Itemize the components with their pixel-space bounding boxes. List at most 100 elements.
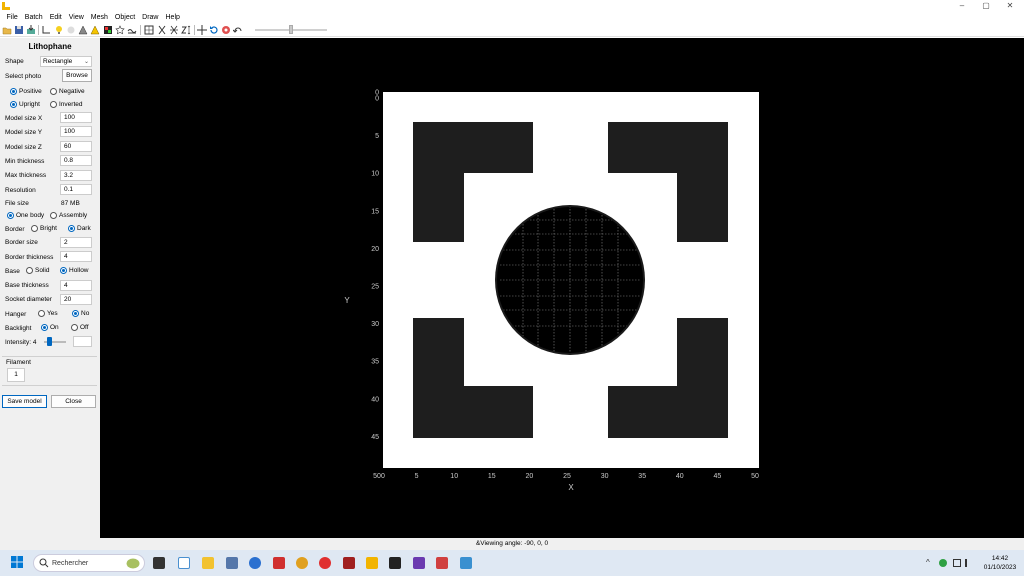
filament-group: Filament 1 xyxy=(2,356,97,386)
x-axis-label: X xyxy=(568,483,574,492)
border-thickness-input[interactable]: 4 xyxy=(60,251,92,262)
menu-draw[interactable]: Draw xyxy=(139,12,162,23)
chrome-icon[interactable] xyxy=(296,557,308,569)
network-icon[interactable] xyxy=(953,559,961,567)
opera-icon[interactable] xyxy=(319,557,331,569)
close-window-button[interactable]: ✕ xyxy=(998,0,1022,12)
cut-axis-icon[interactable] xyxy=(169,25,179,35)
clock[interactable]: 14:42 01/10/2023 xyxy=(980,554,1020,572)
menu-help[interactable]: Help xyxy=(162,12,183,23)
move-icon[interactable] xyxy=(197,25,207,35)
palette-icon[interactable] xyxy=(103,25,113,35)
solid-radio[interactable]: Solid xyxy=(26,267,49,274)
triangle-mesh-icon[interactable] xyxy=(78,25,88,35)
3d-viewport[interactable]: 500 5 10 15 20 25 30 35 40 45 50 0 0 5 10 15 20 25 30 35 40… xyxy=(100,38,1024,538)
hanger-yes-radio[interactable]: Yes xyxy=(38,310,58,317)
lithophane-preview[interactable]: 500 5 10 15 20 25 30 35 40 45 50 00510152025303540… xyxy=(100,38,1024,538)
status-bar: &Viewing angle: -90, 0, 0 xyxy=(0,538,1024,550)
intensity-color-box[interactable] xyxy=(73,336,92,347)
wave-icon[interactable] xyxy=(127,25,137,35)
scissors-icon[interactable] xyxy=(157,25,167,35)
y-tick-label: 0 xyxy=(375,96,379,103)
file-explorer-icon[interactable] xyxy=(202,557,214,569)
model-z-input[interactable]: 60 xyxy=(60,141,92,152)
resolution-input[interactable]: 0.1 xyxy=(60,184,92,195)
axes-icon[interactable] xyxy=(41,25,51,35)
border-size-input[interactable]: 2 xyxy=(60,237,92,248)
negative-radio[interactable]: Negative xyxy=(50,88,85,95)
minimize-button[interactable]: – xyxy=(950,0,974,12)
model-x-label: Model size X xyxy=(5,115,43,122)
z-arrows-icon[interactable] xyxy=(181,25,191,35)
x-tick-label: 15 xyxy=(488,473,496,480)
dark-radio[interactable]: Dark xyxy=(68,225,91,232)
model-z-label: Model size Z xyxy=(5,144,42,151)
x-axis-ticks: 500 5 10 15 20 25 30 35 40 45 50 xyxy=(373,473,759,480)
app-blue-icon[interactable] xyxy=(249,557,261,569)
app-red-icon[interactable] xyxy=(273,557,285,569)
one-body-radio[interactable]: One body xyxy=(7,212,44,219)
undo-icon[interactable] xyxy=(233,25,243,35)
save-icon[interactable] xyxy=(14,25,24,35)
zoom-slider-thumb[interactable] xyxy=(289,25,293,34)
socket-diameter-input[interactable]: 20 xyxy=(60,294,92,305)
app-dark-red-icon[interactable] xyxy=(343,557,355,569)
light-bulb-icon[interactable] xyxy=(54,25,64,35)
model-y-input[interactable]: 100 xyxy=(60,126,92,137)
notion-icon[interactable] xyxy=(389,557,401,569)
rotate-icon[interactable] xyxy=(209,25,219,35)
star-icon[interactable] xyxy=(115,25,125,35)
menu-bar: File Batch Edit View Mesh Object Draw He… xyxy=(0,12,1024,23)
menu-edit[interactable]: Edit xyxy=(46,12,65,23)
windows-start-icon[interactable] xyxy=(11,556,23,568)
inverted-radio[interactable]: Inverted xyxy=(50,101,83,108)
maximize-button[interactable]: ▢ xyxy=(974,0,998,12)
upright-radio[interactable]: Upright xyxy=(10,101,40,108)
min-thickness-input[interactable]: 0.8 xyxy=(60,155,92,166)
lithophane-panel: Lithophane Shape Rectangle ⌄ Select phot… xyxy=(0,38,100,538)
min-thickness-label: Min thickness xyxy=(5,158,45,165)
backlight-off-radio[interactable]: Off xyxy=(71,324,89,331)
shape-label: Shape xyxy=(5,58,24,65)
app-window-icon[interactable] xyxy=(178,557,190,569)
menu-view[interactable]: View xyxy=(65,12,87,23)
bright-radio[interactable]: Bright xyxy=(31,225,57,232)
warning-icon[interactable] xyxy=(90,25,100,35)
lithophane-app-icon[interactable] xyxy=(366,557,378,569)
hollow-radio[interactable]: Hollow xyxy=(60,267,89,274)
backlight-label: Backlight xyxy=(5,325,32,332)
model-x-input[interactable]: 100 xyxy=(60,112,92,123)
menu-batch[interactable]: Batch xyxy=(21,12,46,23)
disabled-tool-icon[interactable] xyxy=(66,25,76,35)
select-box-icon[interactable] xyxy=(144,25,154,35)
positive-radio[interactable]: Positive xyxy=(10,88,42,95)
task-view-icon[interactable] xyxy=(153,557,165,569)
filament-selector[interactable]: 1 xyxy=(7,368,25,382)
tray-chevron-up-icon[interactable]: ^ xyxy=(926,559,934,567)
max-thickness-input[interactable]: 3.2 xyxy=(60,170,92,181)
app-paint-icon[interactable] xyxy=(436,557,448,569)
open-folder-icon[interactable] xyxy=(2,25,12,35)
tray-app-icon[interactable] xyxy=(939,559,947,567)
intensity-slider-thumb[interactable] xyxy=(47,337,52,346)
assembly-radio[interactable]: Assembly xyxy=(50,212,87,219)
menu-object[interactable]: Object xyxy=(111,12,138,23)
menu-mesh[interactable]: Mesh xyxy=(87,12,111,23)
volume-icon[interactable] xyxy=(965,559,973,567)
app-network-icon[interactable] xyxy=(226,557,238,569)
app-purple-icon[interactable] xyxy=(413,557,425,569)
base-thickness-input[interactable]: 4 xyxy=(60,280,92,291)
menu-file[interactable]: File xyxy=(3,12,21,23)
hanger-no-radio[interactable]: No xyxy=(72,310,89,317)
backlight-on-radio[interactable]: On xyxy=(41,324,59,331)
close-button[interactable]: Close xyxy=(51,395,96,408)
render-icon[interactable] xyxy=(221,25,231,35)
app-logo-icon xyxy=(2,2,10,10)
browse-button[interactable]: Browse xyxy=(62,69,92,82)
save-model-button[interactable]: Save model xyxy=(2,395,47,408)
x-tick-label: 30 xyxy=(601,473,609,480)
taskbar-search[interactable]: Rechercher xyxy=(33,554,145,572)
shape-select[interactable]: Rectangle ⌄ xyxy=(40,56,92,67)
import-icon[interactable] xyxy=(26,25,36,35)
app-notes-icon[interactable] xyxy=(460,557,472,569)
